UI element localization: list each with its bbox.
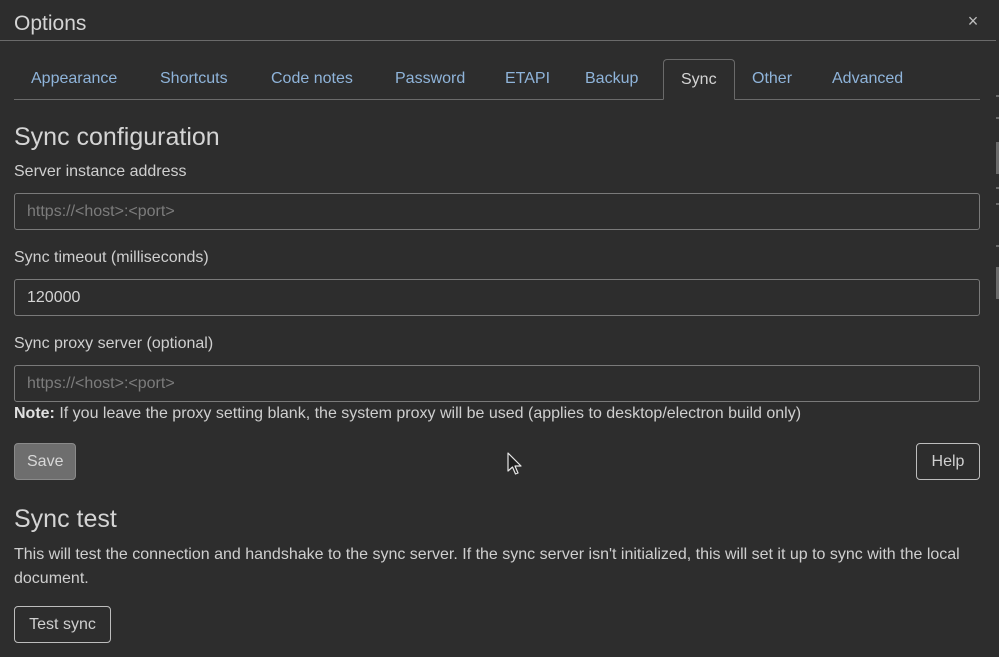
- tab-code-notes[interactable]: Code notes: [254, 59, 370, 99]
- tab-sync[interactable]: Sync: [663, 59, 735, 100]
- dialog-title: Options: [14, 12, 87, 35]
- mouse-pointer-icon: [507, 452, 522, 475]
- help-button[interactable]: Help: [916, 443, 980, 480]
- note-text: If you leave the proxy setting blank, th…: [54, 405, 802, 422]
- sync-proxy-label: Sync proxy server (optional): [14, 335, 214, 352]
- note-prefix: Note:: [14, 405, 55, 422]
- sync-configuration-heading: Sync configuration: [14, 123, 220, 151]
- test-sync-button[interactable]: Test sync: [14, 606, 111, 643]
- server-address-label: Server instance address: [14, 163, 187, 180]
- sync-test-heading: Sync test: [14, 505, 117, 533]
- options-tabs: Appearance Shortcuts Code notes Password…: [14, 59, 980, 100]
- sync-proxy-input[interactable]: [14, 365, 980, 402]
- sync-test-description: This will test the connection and handsh…: [14, 546, 960, 587]
- tab-other[interactable]: Other: [735, 59, 809, 99]
- tab-advanced[interactable]: Advanced: [815, 59, 920, 99]
- close-icon[interactable]: ×: [962, 10, 984, 32]
- proxy-note: Note: If you leave the proxy setting bla…: [14, 405, 801, 423]
- sync-timeout-label: Sync timeout (milliseconds): [14, 249, 209, 266]
- tab-appearance[interactable]: Appearance: [14, 59, 134, 99]
- sync-timeout-input[interactable]: [14, 279, 980, 316]
- tab-etapi[interactable]: ETAPI: [488, 59, 567, 99]
- tab-backup[interactable]: Backup: [568, 59, 655, 99]
- tab-password[interactable]: Password: [378, 59, 482, 99]
- save-button[interactable]: Save: [14, 443, 76, 480]
- title-divider: [0, 40, 996, 41]
- server-address-input[interactable]: [14, 193, 980, 230]
- tab-shortcuts[interactable]: Shortcuts: [143, 59, 245, 99]
